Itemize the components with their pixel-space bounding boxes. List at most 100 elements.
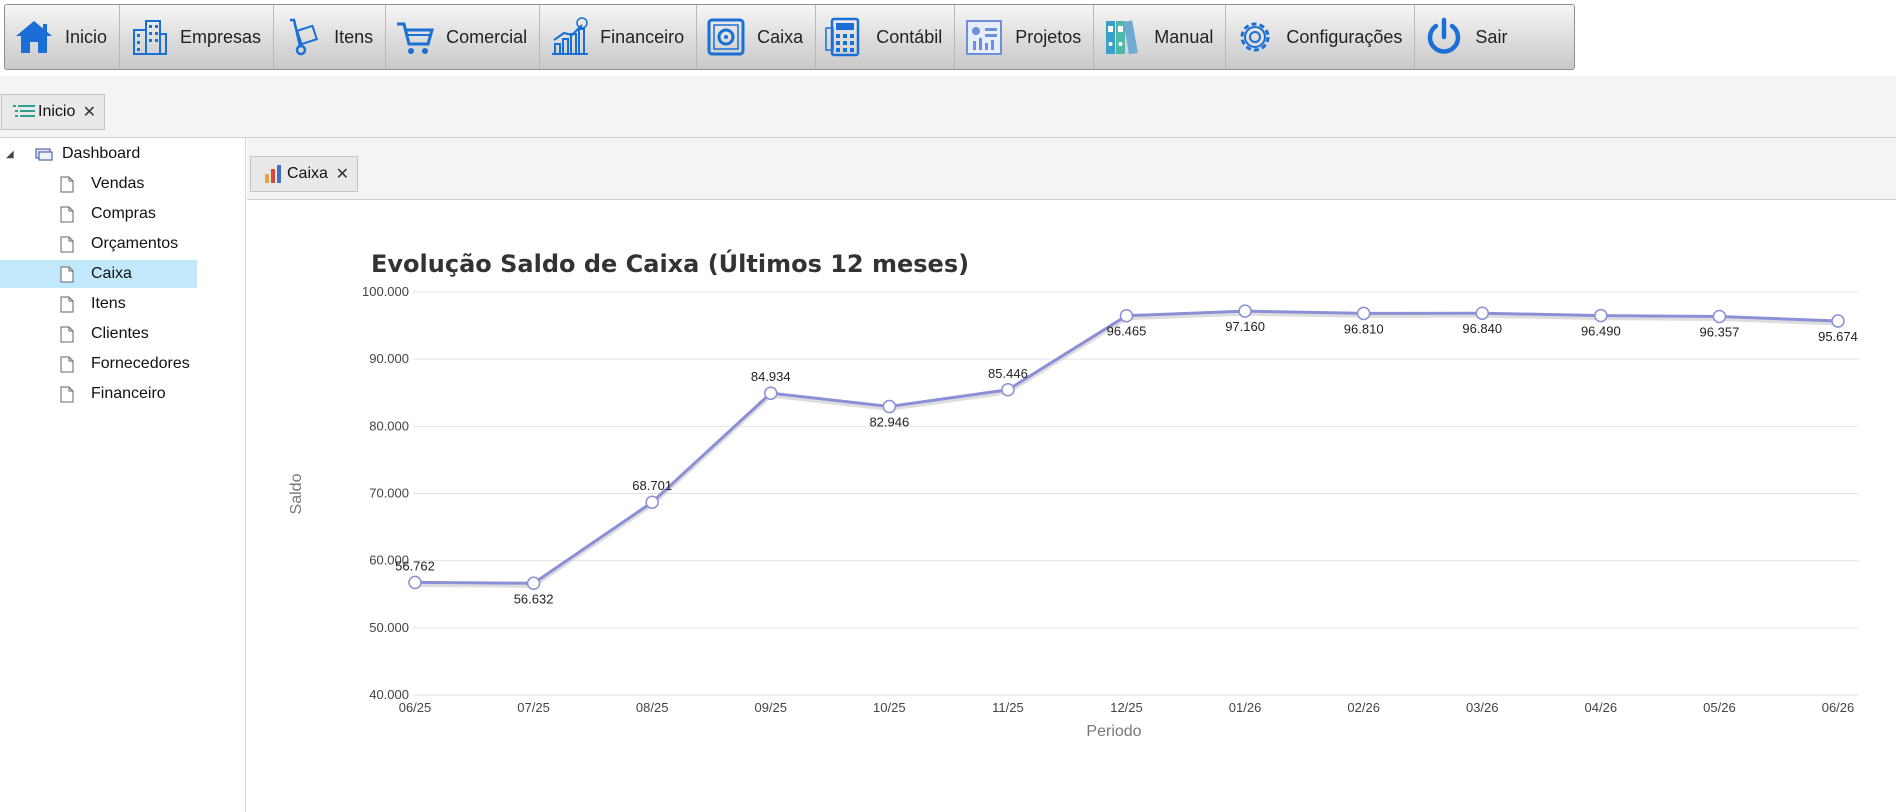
tree-node-itens[interactable]: Itens	[60, 290, 197, 318]
power-icon	[1428, 17, 1461, 54]
cash-balance-line-chart: 40.00050.00060.00070.00080.00090.000100.…	[288, 248, 1858, 740]
shopping-cart-icon	[397, 22, 435, 54]
binders-icon	[1106, 20, 1139, 55]
menu-item-label: Manual	[1154, 26, 1214, 47]
data-point	[882, 399, 897, 414]
data-point	[526, 576, 541, 591]
menu-item-label: Projetos	[1015, 26, 1082, 47]
menu-item-financeiro[interactable]: Financeiro	[540, 5, 698, 69]
tree-node-label: Dashboard	[62, 145, 141, 162]
menu-item-itens[interactable]: Itens	[274, 5, 387, 69]
data-label: 85.446	[988, 366, 1028, 381]
data-point	[1238, 304, 1252, 318]
x-tick-label: 01/26	[1229, 700, 1262, 715]
data-point	[1594, 308, 1608, 323]
menu-item-caixa[interactable]: Caixa	[697, 5, 817, 69]
safe-icon	[707, 18, 745, 56]
menu-item-empresas[interactable]: Empresas	[120, 5, 275, 69]
menu-item-label: Contábil	[876, 26, 943, 47]
tab-inicio[interactable]: Inicio ✕	[1, 94, 105, 130]
y-tick-label: 50.000	[369, 620, 409, 635]
y-tick-label: 80.000	[369, 418, 409, 433]
data-label: 96.465	[1107, 324, 1147, 339]
page-icon	[60, 266, 74, 282]
data-point	[1001, 383, 1015, 397]
data-point	[408, 575, 422, 590]
dashboard-icon	[35, 148, 53, 161]
menu-item-contabil[interactable]: Contábil	[816, 5, 956, 69]
tree-node-fornecedores[interactable]: Fornecedores	[60, 350, 197, 378]
tree-node-caixa[interactable]: Caixa	[0, 260, 197, 288]
menu-item-comercial[interactable]: Comercial	[386, 5, 541, 69]
tree-node-financeiro[interactable]: Financeiro	[60, 380, 197, 408]
data-label: 96.840	[1462, 321, 1502, 336]
series-line	[414, 309, 1839, 585]
page-icon	[60, 386, 74, 402]
project-board-icon	[966, 20, 1003, 55]
x-tick-label: 04/26	[1585, 700, 1618, 715]
menu-item-configuracoes[interactable]: Configurações	[1226, 5, 1416, 69]
data-label: 68.701	[632, 478, 672, 493]
data-label: 56.632	[514, 591, 554, 606]
list-icon	[13, 105, 35, 117]
tree-node-clientes[interactable]: Clientes	[60, 320, 197, 348]
x-tick-label: 06/25	[399, 700, 432, 715]
tab-label: Inicio	[38, 103, 76, 120]
x-tick-label: 06/26	[1822, 700, 1855, 715]
tree-node-compras[interactable]: Compras	[60, 200, 197, 228]
close-icon[interactable]: ✕	[83, 102, 96, 122]
page-icon	[60, 296, 74, 312]
x-axis-label: Periodo	[1086, 723, 1141, 740]
tree-node-label: Caixa	[91, 265, 132, 282]
y-axis-label: Saldo	[288, 473, 305, 514]
page-icon	[60, 326, 74, 342]
y-tick-label: 100.000	[362, 284, 409, 299]
tab-label: Caixa	[287, 165, 328, 182]
menu-item-label: Comercial	[446, 26, 528, 47]
document-tab-strip: Inicio ✕	[0, 76, 1896, 138]
calculator-icon	[825, 17, 860, 57]
tree-node-orcamentos[interactable]: Orçamentos	[60, 230, 197, 258]
tree-node-label: Compras	[91, 205, 156, 222]
menu-item-manual[interactable]: Manual	[1094, 5, 1227, 69]
data-label: 82.946	[869, 415, 909, 430]
data-point	[1712, 309, 1727, 324]
menu-item-sair[interactable]: Sair	[1415, 5, 1519, 69]
data-label: 84.934	[751, 369, 791, 384]
x-tick-label: 05/26	[1703, 700, 1736, 715]
expand-triangle-icon[interactable]: ◢	[6, 149, 16, 160]
page-icon	[60, 206, 74, 222]
data-label: 97.160	[1225, 319, 1265, 334]
data-point	[1475, 306, 1489, 320]
data-point	[1356, 306, 1371, 321]
data-label: 56.762	[395, 558, 435, 573]
page-icon	[60, 356, 74, 372]
menu-item-inicio[interactable]: Inicio	[5, 5, 121, 69]
x-tick-label: 02/26	[1347, 700, 1380, 715]
page-icon	[60, 176, 74, 192]
chart-tab-strip: Caixa ✕	[247, 138, 1896, 200]
dashboard-tree: ◢ Dashboard Vendas Compras Orçamentos Caixa…	[0, 138, 246, 812]
home-icon	[16, 21, 52, 53]
x-tick-label: 11/25	[992, 700, 1024, 715]
menu-item-projetos[interactable]: Projetos	[955, 5, 1095, 69]
gear-icon	[1240, 22, 1270, 52]
buildings-icon	[133, 20, 168, 55]
data-label: 95.674	[1818, 329, 1858, 344]
tree-node-label: Clientes	[91, 325, 149, 342]
y-tick-label: 70.000	[369, 486, 409, 501]
tab-caixa[interactable]: Caixa ✕	[250, 156, 358, 192]
tree-node-label: Fornecedores	[91, 355, 190, 372]
x-tick-label: 03/26	[1466, 700, 1499, 715]
data-label: 96.357	[1700, 324, 1740, 339]
data-point	[1119, 308, 1134, 323]
close-icon[interactable]: ✕	[336, 164, 349, 184]
tree-node-vendas[interactable]: Vendas	[60, 170, 197, 198]
data-point	[645, 495, 659, 509]
page-icon	[60, 236, 74, 252]
tree-node-dashboard[interactable]: ◢ Dashboard	[0, 140, 140, 168]
menu-item-label: Empresas	[180, 26, 262, 47]
data-point	[1831, 314, 1845, 328]
data-label: 96.490	[1581, 324, 1621, 339]
menu-item-label: Inicio	[65, 26, 108, 47]
